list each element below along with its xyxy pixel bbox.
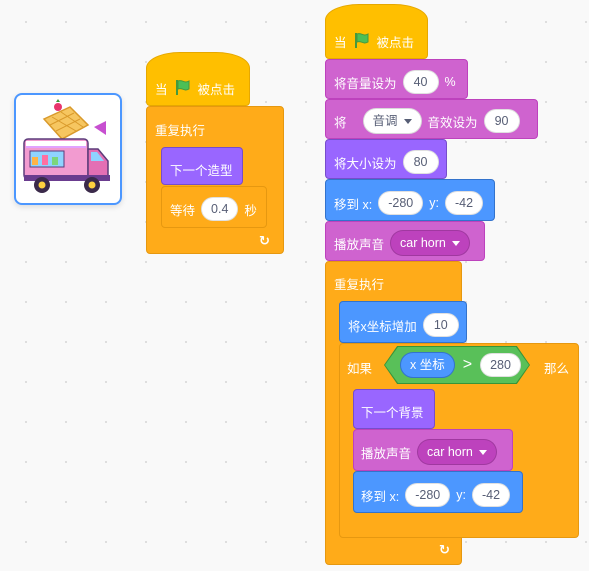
sound-option: car horn [400,236,446,250]
script2-when-flag-clicked-hat[interactable]: 当 被点击 [325,4,428,59]
x-input[interactable]: -280 [378,191,424,215]
effect-dropdown[interactable]: 音调 [362,108,422,134]
size-input[interactable]: 80 [402,150,439,174]
volume-unit-label: % [444,75,456,89]
next-costume-block[interactable]: 下一个造型 [161,147,243,185]
y-input[interactable]: -42 [444,191,484,215]
go-to-x-label: 移到 x: [361,489,400,504]
sound-dropdown[interactable]: car horn [417,439,497,465]
chevron-down-icon [451,240,460,246]
x-position-reporter[interactable]: x 坐标 [400,352,455,378]
sound-option: car horn [427,445,473,459]
x-position-label: x 坐标 [410,358,445,372]
greater-than-label: > [462,356,473,373]
y-input[interactable]: -42 [471,483,511,507]
green-flag-icon [353,31,371,52]
change-x-input[interactable]: 10 [422,313,459,337]
hat-clicked-label: 被点击 [197,83,236,97]
repeat-arrow-icon: ↻ [259,233,270,248]
hat-when-label: 当 [155,83,168,97]
go-to-x-label: 移到 x: [334,197,373,212]
sprite-thumbnail[interactable] [14,93,122,205]
set-effect-label: 音效设为 [427,115,478,130]
chevron-down-icon [478,449,487,455]
set-effect-prefix: 将 [334,115,347,130]
if-label: 如果 [347,362,373,376]
forever-label: 重复执行 [334,278,385,292]
compare-value-input[interactable]: 280 [480,353,521,377]
repeat-arrow-icon: ↻ [439,542,450,557]
script1-when-flag-clicked-hat[interactable]: 当 被点击 [146,52,250,106]
change-x-label: 将x坐标增加 [348,319,417,334]
then-label: 那么 [544,362,570,376]
condition-contents: x 坐标 > 280 [400,352,521,378]
set-volume-label: 将音量设为 [334,76,397,91]
go-to-xy-block[interactable]: 移到 x: -280 y: -42 [325,179,495,221]
set-sound-effect-block[interactable]: 将 音调 音效设为 90 [325,99,538,139]
go-to-y-label: y: [456,488,466,502]
next-backdrop-block[interactable]: 下一个背景 [353,389,435,429]
x-input[interactable]: -280 [405,483,451,507]
forever-label: 重复执行 [155,124,206,138]
change-x-block[interactable]: 将x坐标增加 10 [339,301,467,343]
hat-when-label: 当 [334,36,347,50]
play-sound-label: 播放声音 [361,446,412,461]
inner-go-to-xy-block[interactable]: 移到 x: -280 y: -42 [353,471,523,513]
go-to-y-label: y: [429,196,439,210]
wait-unit-label: 秒 [244,203,257,218]
effect-option: 音调 [372,114,398,128]
play-sound-label: 播放声音 [334,237,385,252]
volume-input[interactable]: 40 [402,70,439,94]
waffle-food-truck-icon [23,99,110,193]
next-backdrop-label: 下一个背景 [361,406,424,420]
chevron-down-icon [403,118,412,124]
set-size-label: 将大小设为 [334,156,397,171]
hat-clicked-label: 被点击 [376,36,415,50]
green-flag-icon [174,78,192,99]
set-volume-block[interactable]: 将音量设为 40 % [325,59,468,99]
sound-dropdown[interactable]: car horn [390,230,470,256]
play-sound-block[interactable]: 播放声音 car horn [325,221,485,261]
wait-seconds-input[interactable]: 0.4 [201,197,239,221]
inner-play-sound-block[interactable]: 播放声音 car horn [353,429,513,471]
wait-block[interactable]: 等待 0.4 秒 [161,186,267,228]
set-size-block[interactable]: 将大小设为 80 [325,139,447,179]
next-costume-label: 下一个造型 [170,164,233,178]
effect-value-input[interactable]: 90 [483,109,520,133]
wait-label: 等待 [170,203,196,218]
